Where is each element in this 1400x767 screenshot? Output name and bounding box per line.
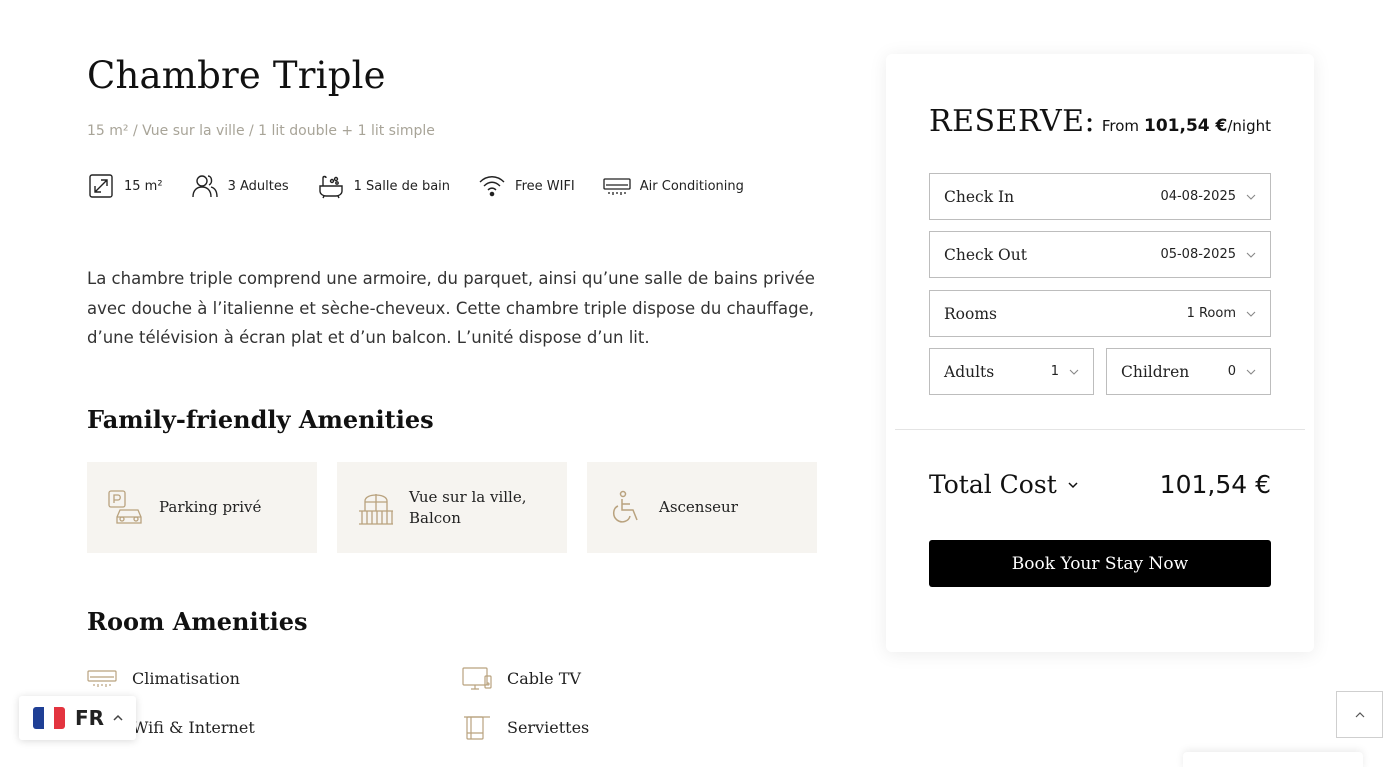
- rooms-label: Rooms: [944, 304, 997, 323]
- feature-size: 15 m²: [87, 172, 163, 200]
- family-amenity-card: Ascenseur: [587, 462, 817, 553]
- language-switcher[interactable]: FR: [19, 696, 136, 740]
- reserve-title: RESERVE:: [929, 104, 1096, 139]
- feature-guests: 3 Adultes: [191, 172, 289, 200]
- price-suffix: /night: [1227, 117, 1271, 135]
- family-amenities-title: Family-friendly Amenities: [87, 405, 434, 434]
- children-label: Children: [1121, 362, 1190, 381]
- total-cost-value: 101,54 €: [1159, 470, 1271, 499]
- room-amenity-label: Serviettes: [507, 717, 590, 737]
- feature-wifi: Free WIFI: [478, 172, 575, 200]
- guests-icon: [191, 175, 218, 198]
- chevron-up-icon: [1355, 711, 1364, 717]
- family-amenity-label: Parking privé: [159, 498, 262, 516]
- check-in-value: 04-08-2025: [1160, 189, 1236, 204]
- family-amenity-card: Parking privé: [87, 462, 317, 553]
- tv-icon: [462, 667, 492, 690]
- check-out-value: 05-08-2025: [1160, 247, 1236, 262]
- balcony-icon: [359, 493, 393, 525]
- feature-ac: Air Conditioning: [603, 172, 744, 200]
- chevron-down-icon: [1246, 369, 1256, 375]
- chevron-down-icon: [1069, 369, 1079, 375]
- room-subtitle: 15 m² / Vue sur la ville / 1 lit double …: [87, 123, 435, 139]
- scroll-to-top-button[interactable]: [1336, 691, 1383, 738]
- room-amenity-item: Cable TV: [462, 664, 581, 692]
- wifi-icon: [479, 176, 505, 197]
- room-amenity-item: Serviettes: [462, 713, 589, 741]
- panel-divider: [895, 429, 1305, 430]
- chevron-down-icon: [1246, 194, 1256, 200]
- feature-bath-label: 1 Salle de bain: [353, 178, 451, 194]
- chevron-down-icon: [1246, 311, 1256, 317]
- price-prefix: From: [1101, 117, 1139, 135]
- page-title: Chambre Triple: [87, 54, 386, 97]
- feature-bath: 1 Salle de bain: [317, 172, 450, 200]
- room-amenity-label: Cable TV: [507, 668, 581, 688]
- price-amount: 101,54 €: [1144, 116, 1228, 136]
- rooms-select[interactable]: Rooms 1 Room: [929, 290, 1271, 337]
- price-per-night: From 101,54 € /night: [1102, 116, 1271, 136]
- family-amenity-label: Vue sur la ville, Balcon: [409, 487, 527, 527]
- chat-widget-tab[interactable]: [1183, 752, 1363, 767]
- air-conditioner-icon: [87, 670, 117, 687]
- adults-label: Adults: [944, 362, 995, 381]
- chevron-down-icon: [1068, 481, 1078, 488]
- air-conditioner-icon: [603, 178, 631, 195]
- feature-wifi-label: Free WIFI: [515, 178, 575, 194]
- check-out-field[interactable]: Check Out 05-08-2025: [929, 231, 1271, 278]
- check-in-label: Check In: [944, 187, 1015, 206]
- family-amenities-list: Parking privé Vue sur la ville, Balcon A…: [87, 462, 817, 553]
- adults-value: 1: [1050, 364, 1059, 379]
- adults-select[interactable]: Adults 1: [929, 348, 1094, 395]
- total-cost-toggle[interactable]: Total Cost: [929, 470, 1079, 499]
- room-amenity-label: Wifi & Internet: [132, 717, 255, 737]
- chevron-up-icon: [113, 714, 123, 721]
- chevron-down-icon: [1246, 252, 1256, 258]
- check-out-label: Check Out: [944, 245, 1027, 264]
- check-in-field[interactable]: Check In 04-08-2025: [929, 173, 1271, 220]
- room-features: 15 m² 3 Adultes 1 Salle de bain Free WIF…: [87, 172, 772, 200]
- family-amenity-card: Vue sur la ville, Balcon: [337, 462, 567, 553]
- feature-ac-label: Air Conditioning: [639, 178, 744, 194]
- resize-icon: [89, 174, 113, 198]
- rooms-value: 1 Room: [1186, 306, 1236, 321]
- book-stay-button[interactable]: Book Your Stay Now: [929, 540, 1271, 587]
- bathtub-icon: [318, 175, 343, 199]
- total-cost-label: Total Cost: [929, 470, 1057, 499]
- towel-icon: [464, 716, 490, 740]
- feature-size-label: 15 m²: [124, 178, 163, 194]
- children-select[interactable]: Children 0: [1106, 348, 1271, 395]
- accessibility-icon: [613, 490, 638, 523]
- children-value: 0: [1227, 364, 1236, 379]
- reservation-panel: RESERVE: From 101,54 € /night Check In 0…: [886, 54, 1314, 652]
- room-description: La chambre triple comprend une armoire, …: [87, 269, 815, 347]
- room-amenity-label: Climatisation: [132, 668, 240, 688]
- feature-guests-label: 3 Adultes: [227, 178, 289, 194]
- room-amenities-title: Room Amenities: [87, 607, 308, 636]
- france-flag-icon: [33, 707, 65, 729]
- room-amenity-item: Climatisation: [87, 664, 240, 692]
- parking-icon: [108, 489, 142, 524]
- family-amenity-label: Ascenseur: [659, 498, 738, 516]
- language-code: FR: [75, 706, 105, 730]
